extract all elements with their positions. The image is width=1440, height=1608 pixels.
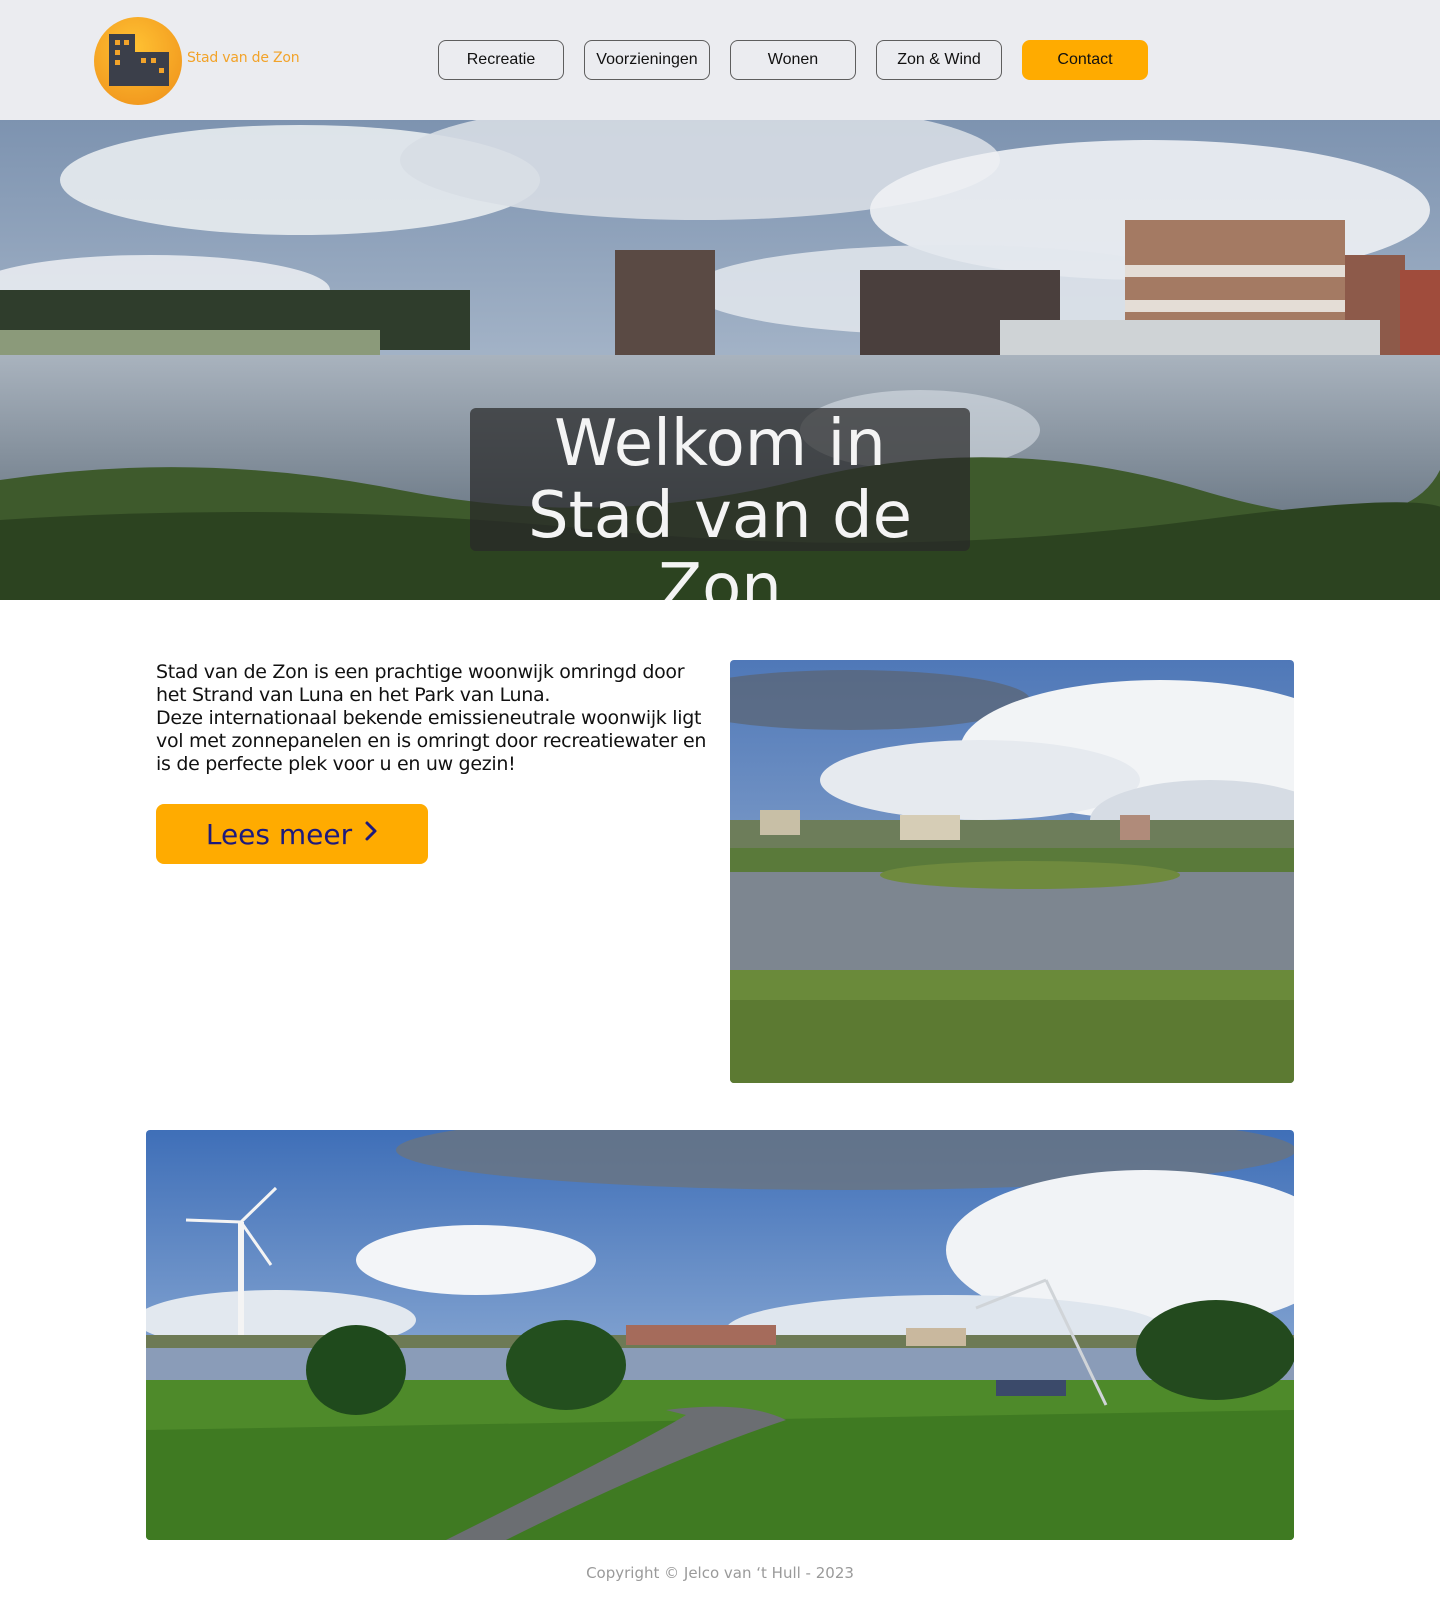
hero-title: Welkom in Stad van de Zon [470, 407, 970, 600]
intro-paragraph-2: Deze internationaal bekende emissieneutr… [156, 707, 707, 775]
lake-photo [730, 660, 1294, 1083]
chevron-right-icon [364, 819, 378, 849]
hero-title-line1: Welkom in [554, 407, 886, 481]
hero-title-line2: Stad van de Zon [528, 479, 912, 600]
nav-zon-wind[interactable]: Zon & Wind [876, 40, 1002, 80]
logo[interactable] [93, 16, 183, 106]
intro-text: Stad van de Zon is een prachtige woonwij… [156, 661, 711, 776]
lees-meer-label: Lees meer [205, 817, 353, 851]
lees-meer-button[interactable]: Lees meer [156, 804, 428, 864]
building-logo-icon [94, 17, 182, 105]
nav-contact[interactable]: Contact [1022, 40, 1148, 80]
hero-banner: Welkom in Stad van de Zon [0, 120, 1440, 600]
site-header: Stad van de Zon Recreatie Voorzieningen … [0, 0, 1440, 120]
nav-recreatie[interactable]: Recreatie [438, 40, 564, 80]
nav-wonen[interactable]: Wonen [730, 40, 856, 80]
park-photo [146, 1130, 1294, 1540]
nav-voorzieningen[interactable]: Voorzieningen [584, 40, 710, 80]
logo-text[interactable]: Stad van de Zon [187, 50, 300, 66]
footer-copyright: Copyright © Jelco van ‘t Hull - 2023 [586, 1564, 854, 1582]
intro-paragraph-1: Stad van de Zon is een prachtige woonwij… [156, 661, 685, 706]
